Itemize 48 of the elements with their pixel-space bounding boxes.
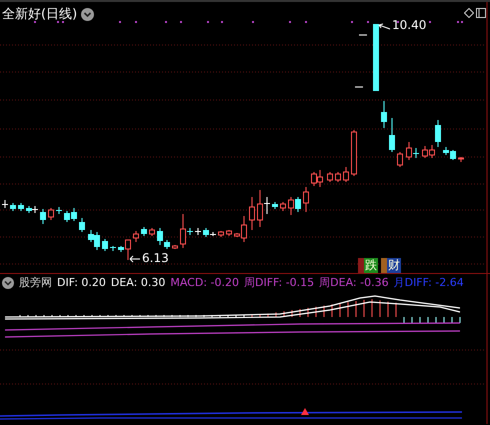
candlestick xyxy=(303,186,309,212)
candlestick xyxy=(280,202,286,212)
indicator-value: DIF: 0.20 xyxy=(57,276,106,289)
pointer-arrow-icon xyxy=(378,24,390,30)
stock-title: 全新好(日线) xyxy=(2,6,78,23)
candlestick xyxy=(351,130,357,176)
candlestick xyxy=(149,228,155,236)
candlestick xyxy=(335,172,341,182)
candlestick xyxy=(172,244,178,250)
candlestick xyxy=(272,202,278,210)
candlestick xyxy=(79,218,85,232)
candlestick xyxy=(195,228,201,236)
candlestick xyxy=(2,200,8,208)
candlestick xyxy=(56,206,62,214)
indicator-value: MACD: -0.20 xyxy=(170,276,239,289)
candlestick xyxy=(458,156,464,162)
candlestick xyxy=(226,230,232,236)
dropdown-icon[interactable] xyxy=(81,8,94,20)
candlestick xyxy=(141,226,147,236)
candlestick xyxy=(397,152,403,168)
candlestick xyxy=(133,230,139,242)
indicator-value: 周DIFF: -0.15 xyxy=(244,275,314,290)
candlestick xyxy=(327,172,333,182)
candlestick xyxy=(110,246,116,252)
candlestick xyxy=(40,208,46,224)
candlestick xyxy=(18,202,24,212)
indicator-value: 月DIFF: -2.64 xyxy=(394,275,464,290)
indicator-value: DEA: 0.30 xyxy=(110,276,166,289)
candlestick xyxy=(249,196,255,230)
candlestick xyxy=(218,230,224,238)
candlestick xyxy=(102,238,108,252)
candlestick xyxy=(381,100,387,128)
candlestick xyxy=(343,166,349,182)
pointer-arrow-icon xyxy=(130,256,140,262)
price-tick-mark xyxy=(354,86,364,88)
window-icon[interactable] xyxy=(476,8,486,18)
candlestick xyxy=(373,24,379,92)
price-tick-mark xyxy=(358,34,368,36)
indicator-value: 周DEA: -0.36 xyxy=(319,275,389,290)
diamond-icon[interactable] xyxy=(464,8,474,18)
candlestick xyxy=(48,208,54,220)
candlestick xyxy=(10,202,16,212)
indicator-name: 股旁网 xyxy=(19,275,52,290)
candlestick xyxy=(389,118,395,152)
high-price-label: 10.40 xyxy=(392,18,426,32)
dropdown-icon[interactable] xyxy=(2,276,14,288)
low-price-label: 6.13 xyxy=(142,251,169,265)
triangle-marker-icon xyxy=(301,408,309,415)
